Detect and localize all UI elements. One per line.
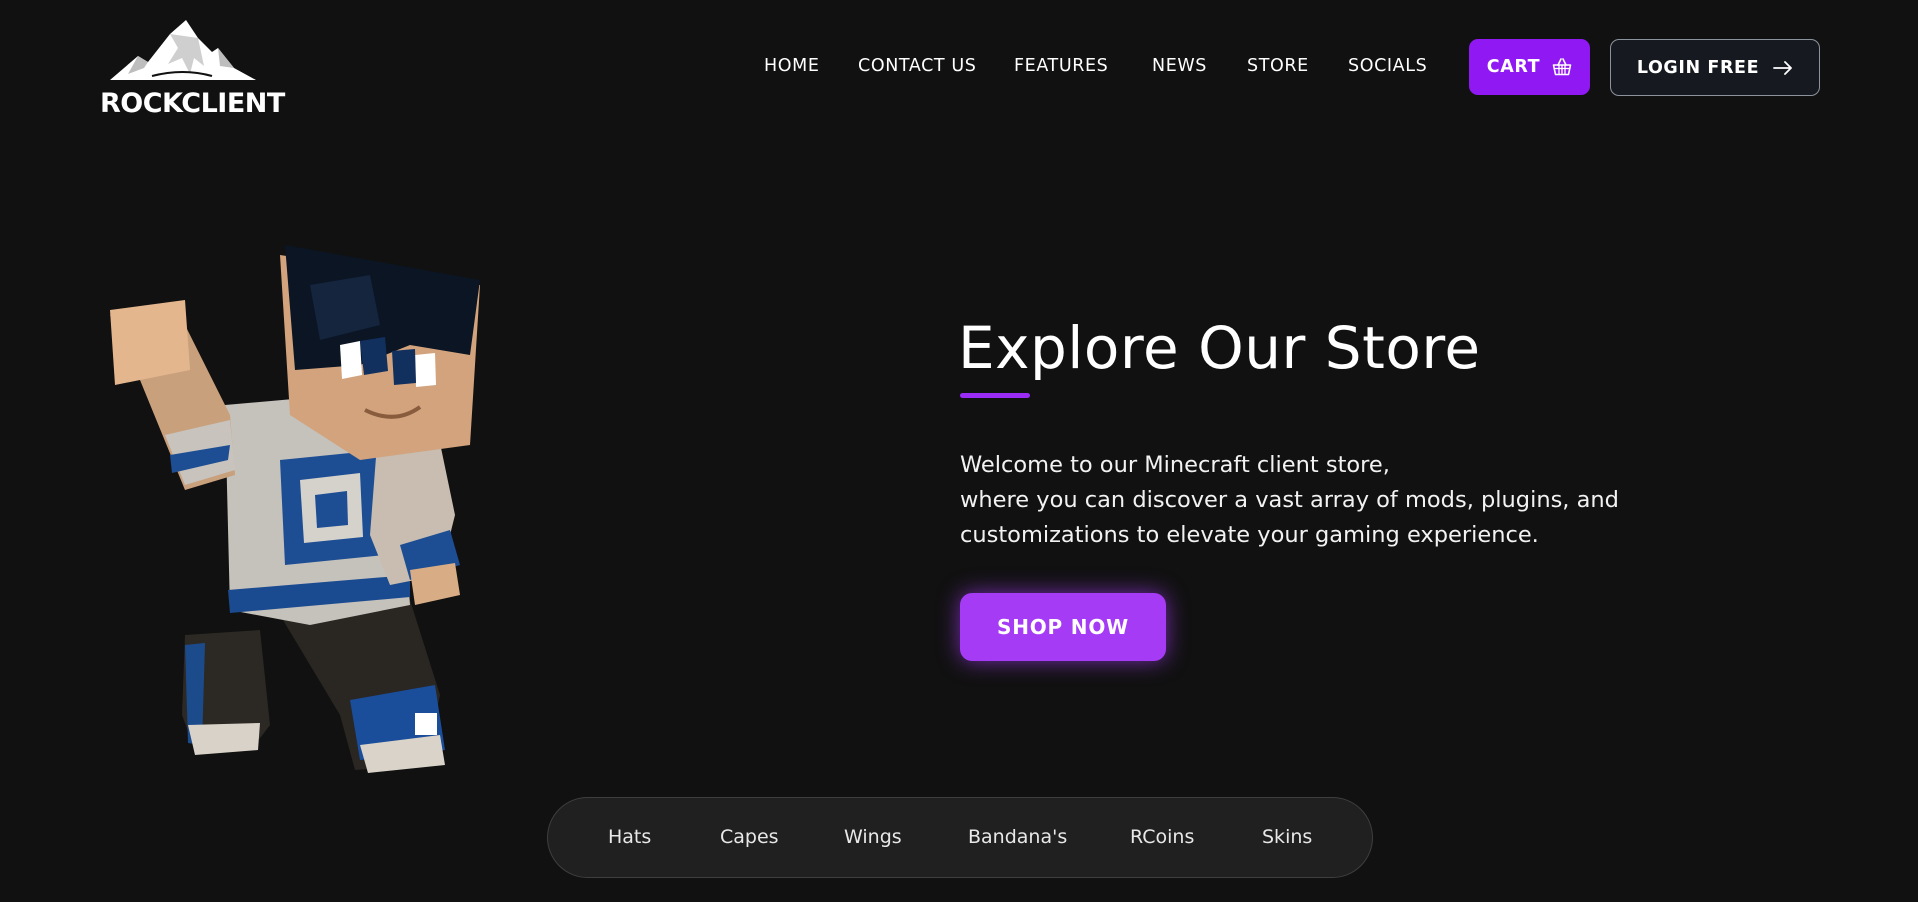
cart-button[interactable]: CART xyxy=(1469,39,1590,95)
hero-description-line: where you can discover a vast array of m… xyxy=(960,487,1619,513)
category-capes[interactable]: Capes xyxy=(720,826,779,848)
category-wings[interactable]: Wings xyxy=(844,826,902,848)
category-bandanas[interactable]: Bandana's xyxy=(968,826,1067,848)
nav-store[interactable]: STORE xyxy=(1247,56,1309,76)
category-hats[interactable]: Hats xyxy=(608,826,651,848)
login-button[interactable]: LOGIN FREE xyxy=(1610,39,1820,96)
arrow-right-icon xyxy=(1773,60,1793,75)
basket-icon xyxy=(1552,58,1572,76)
hero-description-line: customizations to elevate your gaming ex… xyxy=(960,522,1539,548)
nav-socials[interactable]: SOCIALS xyxy=(1348,56,1427,76)
login-label: LOGIN FREE xyxy=(1636,57,1760,78)
nav-news[interactable]: NEWS xyxy=(1152,56,1207,76)
nav-home[interactable]: HOME xyxy=(764,56,820,76)
minecraft-character-illustration xyxy=(110,245,480,773)
cart-label: CART xyxy=(1486,57,1541,77)
hero-description: Welcome to our Minecraft client store, w… xyxy=(960,448,1680,553)
category-bar: Hats Capes Wings Bandana's RCoins Skins xyxy=(547,797,1373,878)
nav-features[interactable]: FEATURES xyxy=(1014,56,1108,76)
hero-description-line: Welcome to our Minecraft client store, xyxy=(960,452,1390,478)
page-title: Explore Our Store xyxy=(958,314,1481,382)
nav-contact-us[interactable]: CONTACT US xyxy=(858,56,976,76)
category-rcoins[interactable]: RCoins xyxy=(1130,826,1194,848)
category-skins[interactable]: Skins xyxy=(1262,826,1312,848)
shop-now-button[interactable]: SHOP NOW xyxy=(960,593,1166,661)
page: ROCKCLIENT HOME CONTACT US FEATURES NEWS… xyxy=(0,0,1918,902)
title-underline xyxy=(960,393,1030,398)
